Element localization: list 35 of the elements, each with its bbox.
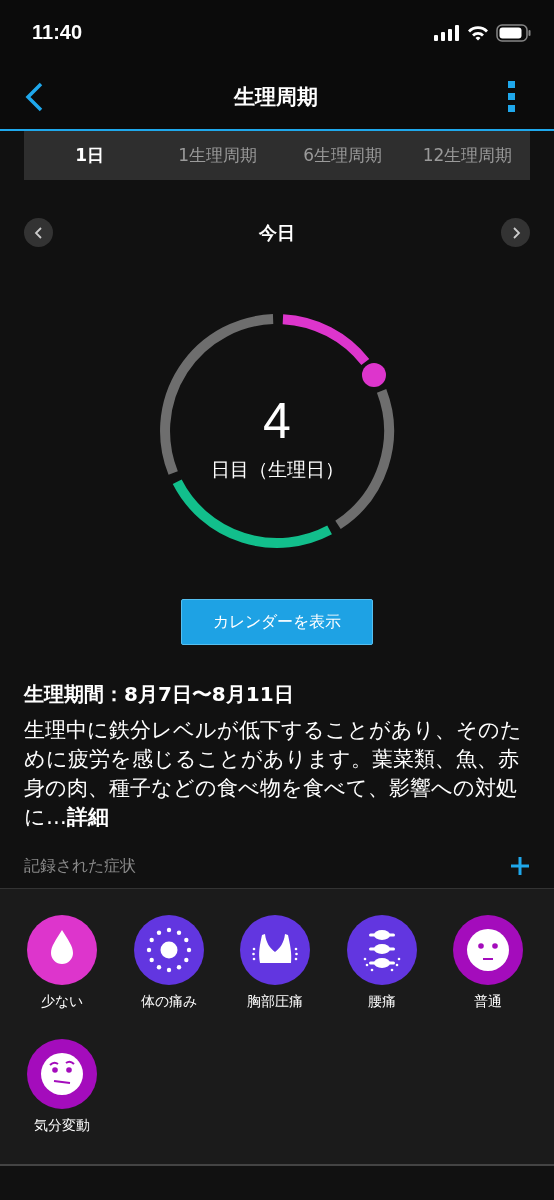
dotted-circle-icon[interactable] bbox=[133, 915, 204, 985]
symptom-label: 胸部圧痛 bbox=[247, 993, 304, 1011]
period-tab[interactable]: 12生理周期 bbox=[405, 144, 530, 167]
back-icon[interactable] bbox=[24, 82, 44, 112]
section-label: 記録された症状 bbox=[24, 855, 136, 877]
drop-icon[interactable] bbox=[27, 915, 98, 985]
screen-title: 生理周期 bbox=[234, 84, 318, 111]
symptom-label: 体の痛み bbox=[140, 993, 197, 1011]
symptom-label: 少ない bbox=[41, 993, 84, 1011]
bra-icon[interactable] bbox=[240, 915, 311, 985]
signal-icon bbox=[434, 24, 460, 41]
symptom-label: 腰痛 bbox=[367, 993, 396, 1011]
add-icon[interactable] bbox=[510, 856, 530, 876]
status-time: 11:40 bbox=[32, 21, 83, 44]
spine-icon[interactable] bbox=[346, 915, 417, 985]
next-button[interactable] bbox=[501, 218, 530, 247]
view-calendar-button[interactable]: カレンダーを表示 bbox=[181, 599, 373, 645]
period-description: 生理中に鉄分レベルが低下することがあり、そのために疲労を感じることがあります。葉菜類、魚、赤身の肉、種子などの食べ物を食べて、影響への対処に…詳細 bbox=[24, 717, 523, 831]
chevron-right-icon bbox=[510, 225, 521, 240]
date-label: 今日 bbox=[259, 220, 295, 245]
cycle-day-caption: 日目（生理日） bbox=[210, 457, 344, 482]
more-options-icon[interactable] bbox=[508, 81, 516, 113]
wifi-icon bbox=[467, 24, 489, 41]
period-title: 生理期間：8月7日〜8月11日 bbox=[24, 681, 295, 708]
symptom-label: 普通 bbox=[474, 993, 503, 1011]
period-tab[interactable]: 1日 bbox=[24, 144, 156, 167]
period-tab[interactable]: 1生理周期 bbox=[155, 144, 281, 167]
chevron-left-icon bbox=[33, 225, 44, 240]
neutral-face-icon[interactable] bbox=[453, 915, 524, 985]
previous-button[interactable] bbox=[24, 218, 53, 247]
cycle-day-number: 4 bbox=[263, 393, 291, 449]
period-tab[interactable]: 6生理周期 bbox=[280, 144, 406, 167]
battery-icon bbox=[496, 23, 532, 42]
confused-face-icon[interactable] bbox=[27, 1039, 98, 1109]
symptom-label: 気分変動 bbox=[34, 1117, 91, 1135]
